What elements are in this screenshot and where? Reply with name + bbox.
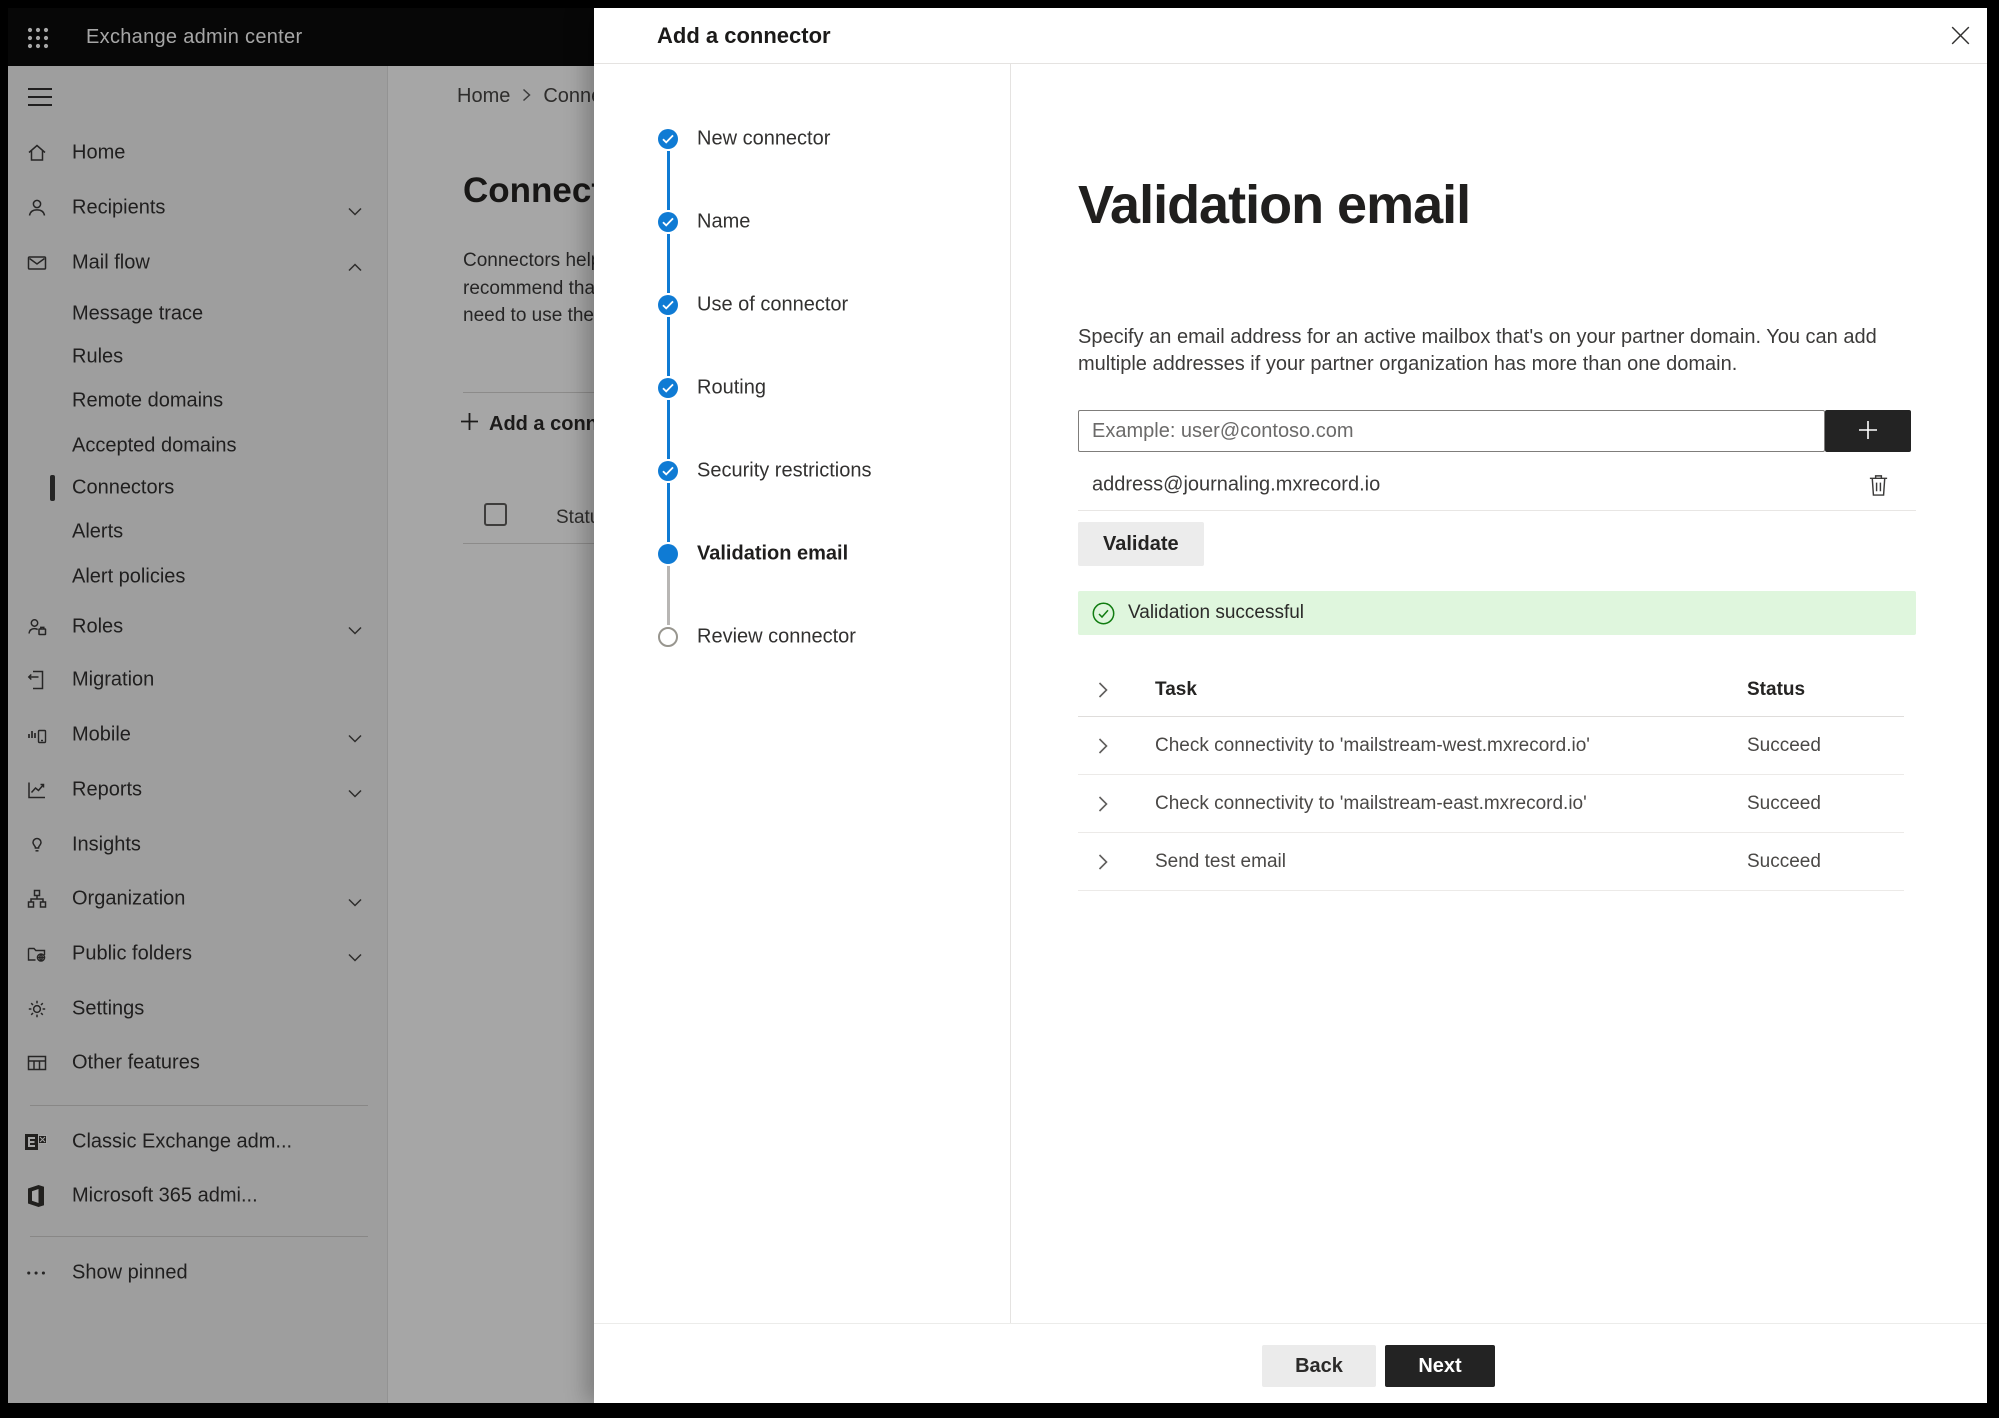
table-row[interactable]: Send test email Succeed <box>1078 833 1904 891</box>
step-check-icon <box>658 461 678 481</box>
validate-button[interactable]: Validate <box>1078 522 1204 566</box>
stepper-divider <box>1010 63 1011 1323</box>
dialog-footer-divider <box>594 1323 1987 1324</box>
screen: Exchange admin center Home Recipients Ma… <box>8 8 1987 1403</box>
step-upcoming-dot <box>658 627 678 647</box>
address-list-divider <box>1078 510 1916 511</box>
table-header-row: Task Status <box>1078 663 1904 717</box>
step-review-connector[interactable]: Review connector <box>594 615 1010 659</box>
chevron-right-icon[interactable] <box>1098 795 1108 812</box>
table-row[interactable]: Check connectivity to 'mailstream-west.m… <box>1078 717 1904 775</box>
status-cell: Succeed <box>1747 850 1821 872</box>
step-validation-email[interactable]: Validation email <box>594 532 1010 576</box>
status-column-header: Status <box>1747 678 1806 700</box>
chevron-right-icon[interactable] <box>1098 737 1108 754</box>
step-name[interactable]: Name <box>594 200 1010 244</box>
email-address-input[interactable] <box>1078 410 1825 452</box>
add-connector-dialog: Add a connector New connector Name Use o… <box>594 8 1987 1403</box>
delete-address-button[interactable] <box>1864 471 1892 499</box>
step-use-of-connector[interactable]: Use of connector <box>594 283 1010 327</box>
dialog-description: Specify an email address for an active m… <box>1078 326 1877 375</box>
dialog-heading: Validation email <box>1078 175 1471 235</box>
step-check-icon <box>658 378 678 398</box>
added-address-row: address@journaling.mxrecord.io <box>1078 460 1916 510</box>
status-cell: Succeed <box>1747 734 1821 756</box>
table-row[interactable]: Check connectivity to 'mailstream-east.m… <box>1078 775 1904 833</box>
chevron-right-icon[interactable] <box>1098 681 1108 698</box>
back-button[interactable]: Back <box>1262 1345 1376 1387</box>
step-current-dot <box>658 544 678 564</box>
success-message: Validation successful <box>1128 602 1305 623</box>
step-check-icon <box>658 295 678 315</box>
task-cell: Check connectivity to 'mailstream-west.m… <box>1155 734 1590 756</box>
plus-icon <box>1856 418 1880 445</box>
step-new-connector[interactable]: New connector <box>594 117 1010 161</box>
task-cell: Check connectivity to 'mailstream-east.m… <box>1155 792 1587 814</box>
step-check-icon <box>658 129 678 149</box>
next-button[interactable]: Next <box>1385 1345 1495 1387</box>
status-cell: Succeed <box>1747 792 1821 814</box>
step-security-restrictions[interactable]: Security restrictions <box>594 449 1010 493</box>
step-check-icon <box>658 212 678 232</box>
chevron-right-icon[interactable] <box>1098 853 1108 870</box>
task-cell: Send test email <box>1155 850 1286 872</box>
dialog-title: Add a connector <box>657 23 831 48</box>
close-icon[interactable] <box>1946 21 1974 49</box>
success-check-icon <box>1092 602 1115 625</box>
validation-tasks-table: Task Status Check connectivity to 'mails… <box>1078 663 1904 891</box>
validation-success-banner: Validation successful <box>1078 591 1916 635</box>
task-column-header: Task <box>1155 678 1197 700</box>
step-routing[interactable]: Routing <box>594 366 1010 410</box>
added-address: address@journaling.mxrecord.io <box>1092 473 1381 496</box>
add-address-button[interactable] <box>1825 410 1911 452</box>
dialog-header-divider <box>594 63 1987 64</box>
